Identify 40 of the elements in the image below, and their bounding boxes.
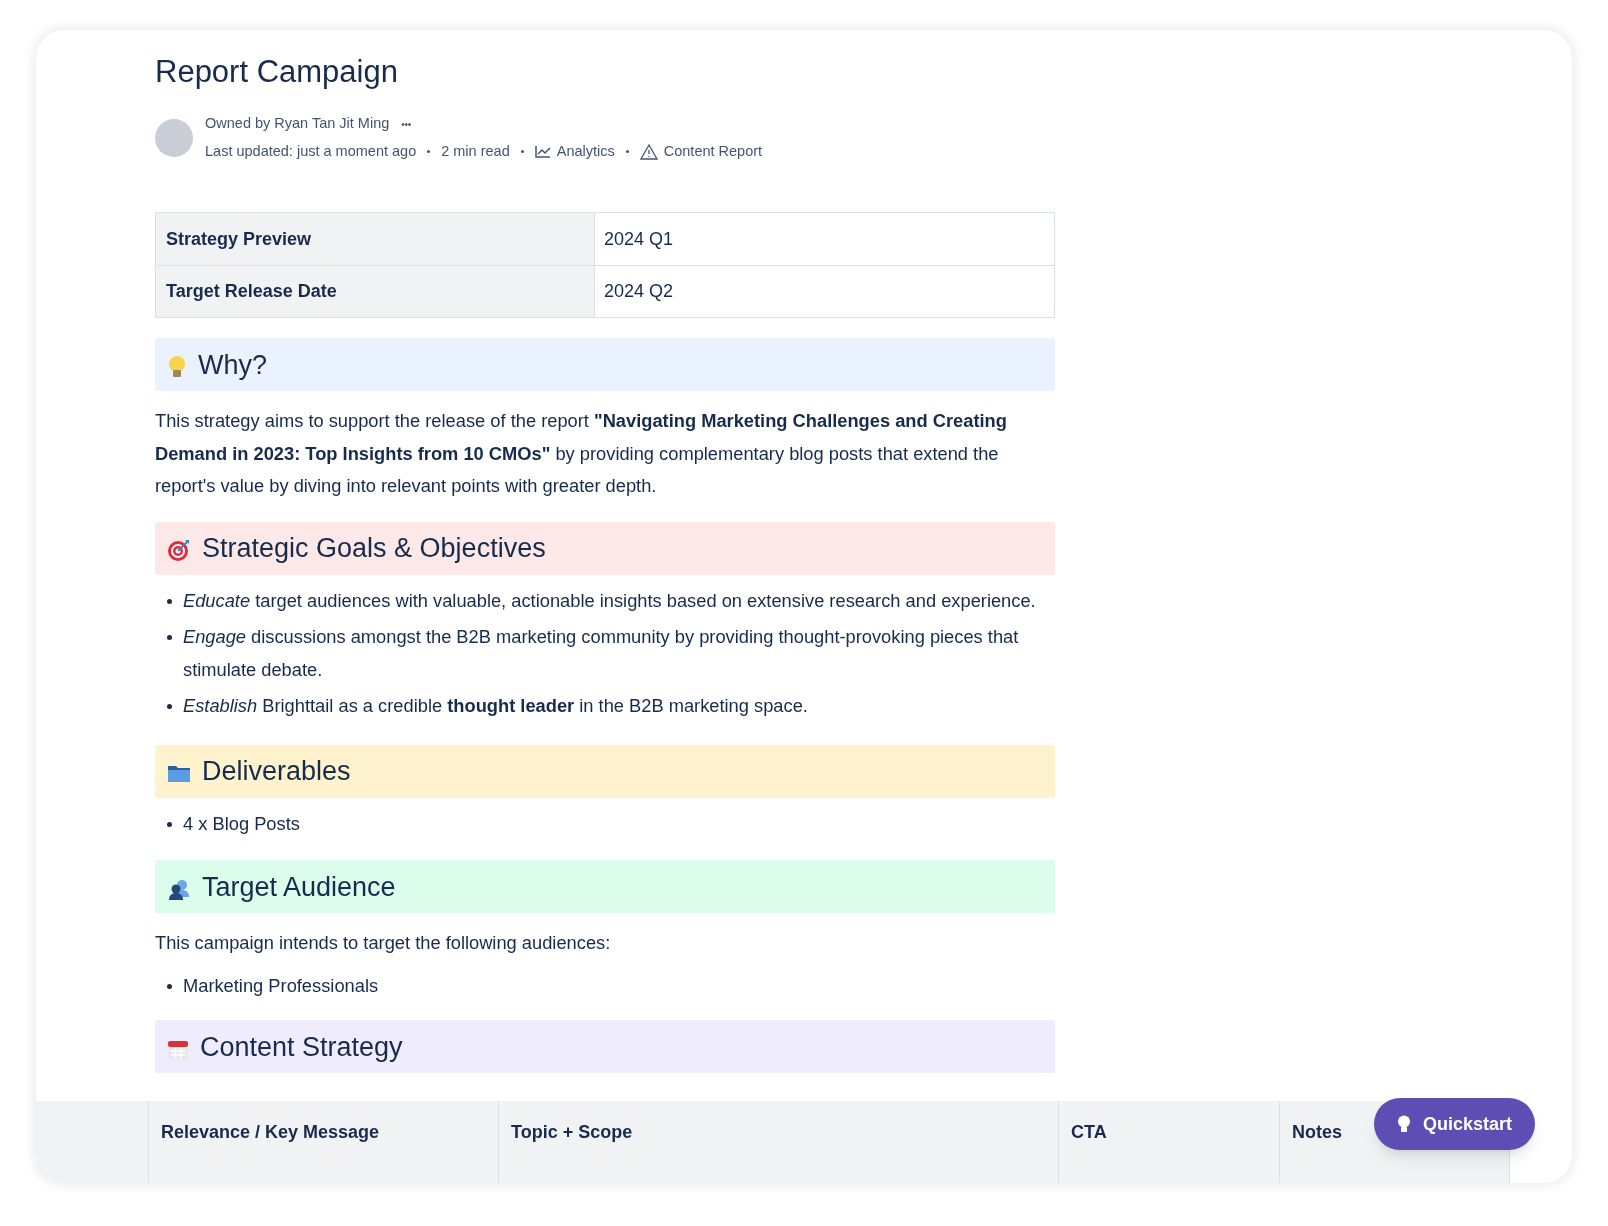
more-button[interactable]: ••• (401, 116, 412, 132)
avatar (155, 119, 193, 157)
last-updated-text: Last updated: just a moment ago (205, 142, 417, 161)
bullet-point (167, 983, 172, 989)
bullet-point (167, 635, 172, 640)
section-heading: Strategic Goals & Objectives (202, 532, 546, 564)
owner-text: Owned by Ryan Tan Jit Ming (205, 114, 390, 134)
target-icon (167, 538, 191, 562)
section-heading: Target Audience (202, 870, 396, 903)
list-item-text: Marketing Professionals (183, 973, 379, 998)
warning-icon (639, 143, 658, 160)
paragraph: This campaign intends to target the following audiences: (155, 931, 612, 955)
table-cell-text: 2024 Q1 (603, 227, 675, 251)
section-heading: Content Strategy (200, 1030, 403, 1063)
bullet-point (167, 704, 172, 709)
chart-icon (534, 145, 551, 159)
section-heading: Deliverables (202, 755, 351, 787)
read-time-text: 2 min read (441, 142, 510, 161)
light-bulb-icon (167, 354, 187, 379)
table-header-cell: Target Release Date (156, 266, 595, 317)
page-title: Report Campaign (155, 53, 399, 91)
list-item-text: Engage discussions amongst the B2B marketing community by providing thought-provoking pieces that stimulate debate. (183, 625, 1020, 682)
light-bulb-icon (1396, 1115, 1411, 1133)
table-header-cell: Strategy Preview (156, 213, 595, 265)
column-header: Notes (1292, 1122, 1342, 1142)
column-header: Relevance / Key Message (161, 1122, 380, 1142)
column-header: Topic + Scope (511, 1122, 633, 1142)
paragraph: This strategy aims to support the release of the report "Navigating Marketing Challenges and Creating Demand in 2023: Top Insights from 10 CMOs" by providing complementary blog posts that extend the report's value by diving into relevant points with greater depth. (155, 409, 1008, 498)
table-cell-text: 2024 Q2 (603, 280, 675, 303)
folder-icon (167, 763, 191, 783)
bullet-point (167, 821, 172, 827)
byline-link[interactable]: Analytics (534, 141, 615, 163)
list-item-text: Establish Brighttail as a credible thought leader in the B2B marketing space. (183, 694, 808, 718)
byline-link[interactable]: Content Report (639, 141, 763, 163)
list-item-text: Educate target audiences with valuable, actionable insights based on extensive research and experience. (183, 588, 1036, 613)
column-header: CTA (1071, 1122, 1107, 1142)
section-heading: Why? (198, 348, 268, 381)
quickstart-button[interactable]: Quickstart (1374, 1098, 1535, 1150)
list-item-text: 4 x Blog Posts (183, 811, 300, 836)
bullet-point (167, 598, 172, 604)
